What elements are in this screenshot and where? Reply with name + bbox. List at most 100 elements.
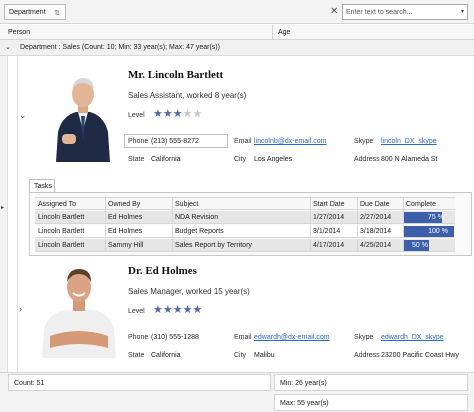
address-label: Address <box>354 156 380 163</box>
column-header-row: Person Age <box>0 25 474 40</box>
complete-percent: 100 % <box>428 228 448 235</box>
search-box[interactable]: ▾ <box>342 4 468 20</box>
phone-label: Phone <box>128 138 149 145</box>
footer-count: Count: 51 <box>14 380 45 387</box>
header-assigned-to[interactable]: Assigned To <box>38 201 76 208</box>
column-header-age[interactable]: Age <box>278 29 290 36</box>
phone-label: Phone <box>128 334 149 341</box>
phone-value[interactable]: (213) 555-8272 <box>151 138 199 145</box>
table-row[interactable]: Lincoln Bartlett Sammy Hill Sales Report… <box>35 239 455 252</box>
collapse-chevron-icon[interactable]: ⌄ <box>5 43 11 51</box>
state-label: State <box>128 156 145 163</box>
header-start-date[interactable]: Start Date <box>313 201 345 208</box>
expand-detail-chevron-icon[interactable]: ⌄ <box>19 110 27 121</box>
star-icon[interactable]: ★ <box>173 304 183 316</box>
search-dropdown-icon[interactable]: ▾ <box>461 8 464 15</box>
skype-label: Skype <box>354 334 374 341</box>
address-value: 800 N Alameda St <box>381 156 438 163</box>
table-row[interactable]: Lincoln Bartlett Ed Holmes NDA Revision … <box>35 211 455 224</box>
tasks-header-row: Assigned To Owned By Subject Start Date … <box>35 197 455 211</box>
state-value: California <box>151 156 181 163</box>
email-label: Email <box>234 138 252 145</box>
focused-row-indicator-icon: ▸ <box>1 205 5 211</box>
header-due-date[interactable]: Due Date <box>360 201 390 208</box>
star-icon[interactable]: ★ <box>173 108 183 120</box>
skype-label: Skype <box>354 138 374 145</box>
group-indent-line <box>17 56 18 372</box>
level-label: Level <box>128 112 145 119</box>
star-icon[interactable]: ★ <box>193 108 203 120</box>
cell-due-date: 4/25/2014 <box>360 242 392 249</box>
employee-photo <box>40 262 118 358</box>
employee-photo <box>50 70 116 162</box>
footer-max-cell: Max: 55 year(s) <box>274 394 468 411</box>
skype-link[interactable]: edwardh_DX_skype <box>381 334 444 341</box>
sort-ascending-icon: ⇅ <box>54 10 60 17</box>
skype-link[interactable]: lincoln_DX_skype <box>381 138 437 145</box>
group-chip-label: Department <box>9 9 46 16</box>
column-header-person[interactable]: Person <box>8 29 30 36</box>
group-row[interactable]: ⌄ Department : Sales (Count: 10; Min: 33… <box>0 40 474 56</box>
phone-value[interactable]: (310) 555-1288 <box>151 334 199 341</box>
star-icon[interactable]: ★ <box>153 304 163 316</box>
search-input[interactable] <box>343 5 453 19</box>
star-icon[interactable]: ★ <box>183 108 193 120</box>
header-complete[interactable]: Complete <box>406 201 436 208</box>
column-separator[interactable] <box>272 25 273 40</box>
state-value: California <box>151 352 181 359</box>
star-icon[interactable]: ★ <box>193 304 203 316</box>
employee-name: Mr. Lincoln Bartlett <box>128 69 224 81</box>
address-value: 23200 Pacific Coast Hwy <box>381 352 459 359</box>
star-icon[interactable]: ★ <box>163 304 173 316</box>
group-row-text: Department : Sales (Count: 10; Min: 33 y… <box>20 44 220 51</box>
header-subject[interactable]: Subject <box>175 201 198 208</box>
cell-assigned-to: Lincoln Bartlett <box>38 242 85 249</box>
employee-job-title: Sales Assistant, worked 8 year(s) <box>128 91 247 100</box>
cell-due-date: 2/27/2014 <box>360 214 392 221</box>
tab-tasks-label: Tasks <box>34 183 52 190</box>
city-value: Malibu <box>254 352 275 359</box>
email-link[interactable]: edwardh@dx-email.com <box>254 334 330 341</box>
footer-count-cell: Count: 51 <box>8 374 271 391</box>
expand-detail-chevron-icon[interactable]: › <box>19 304 22 314</box>
city-label: City <box>234 352 247 359</box>
tab-tasks[interactable]: Tasks <box>29 179 55 193</box>
email-link[interactable]: lincolnb@dx-email.com <box>254 138 326 145</box>
complete-percent: 75 % <box>428 214 444 221</box>
employee-name: Dr. Ed Holmes <box>128 265 197 277</box>
star-icon[interactable]: ★ <box>153 108 163 120</box>
cell-assigned-to: Lincoln Bartlett <box>38 228 85 235</box>
cell-subject: Budget Reports <box>175 228 224 235</box>
footer-min: Min: 26 year(s) <box>280 380 327 387</box>
cell-subject: NDA Revision <box>175 214 219 221</box>
cell-start-date: 1/27/2014 <box>313 214 345 221</box>
employee-job-title: Sales Manager, worked 15 year(s) <box>128 287 250 296</box>
cell-start-date: 4/17/2014 <box>313 242 345 249</box>
level-rating[interactable]: ★★★★★ <box>153 305 202 316</box>
address-label: Address <box>354 352 380 359</box>
group-panel: Department ⇅ ✕ ▾ <box>0 0 474 24</box>
cell-start-date: 3/1/2014 <box>313 228 341 235</box>
cell-assigned-to: Lincoln Bartlett <box>38 214 85 221</box>
header-owned-by[interactable]: Owned By <box>108 201 140 208</box>
star-icon[interactable]: ★ <box>183 304 193 316</box>
group-by-department-chip[interactable]: Department ⇅ <box>4 4 66 20</box>
footer-min-cell: Min: 26 year(s) <box>274 374 468 391</box>
close-search-icon[interactable]: ✕ <box>330 6 338 17</box>
state-label: State <box>128 352 145 359</box>
cell-subject: Sales Report by Territory <box>175 242 252 249</box>
city-value: Los Angeles <box>254 156 293 163</box>
row-indicator-column: ▸ <box>0 56 8 372</box>
star-icon[interactable]: ★ <box>163 108 173 120</box>
footer-max: Max: 55 year(s) <box>280 400 329 407</box>
cell-owned-by: Sammy Hill <box>108 242 144 249</box>
cell-owned-by: Ed Holmes <box>108 228 143 235</box>
city-label: City <box>234 156 247 163</box>
email-label: Email <box>234 334 252 341</box>
level-rating[interactable]: ★★★★★ <box>153 109 202 120</box>
cell-due-date: 3/18/2014 <box>360 228 392 235</box>
group-footer: Count: 51 Min: 26 year(s) Max: 55 year(s… <box>0 372 474 412</box>
level-label: Level <box>128 308 145 315</box>
table-row[interactable]: Lincoln Bartlett Ed Holmes Budget Report… <box>35 225 455 238</box>
cell-owned-by: Ed Holmes <box>108 214 143 221</box>
